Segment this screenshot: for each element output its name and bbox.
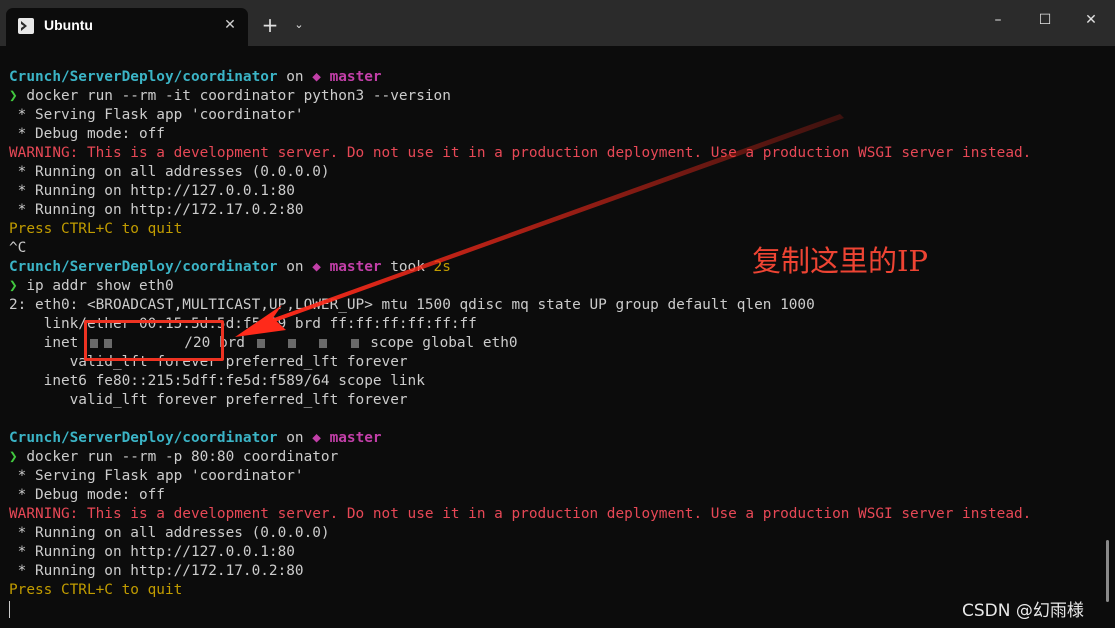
annotation-arrow [235, 114, 844, 337]
ip-highlight-box [84, 320, 224, 361]
arrow-head [235, 305, 286, 337]
annotation-label: 复制这里的IP [752, 244, 928, 278]
arrow-shaft [258, 114, 844, 328]
watermark: CSDN @幻雨様 [962, 601, 1084, 621]
